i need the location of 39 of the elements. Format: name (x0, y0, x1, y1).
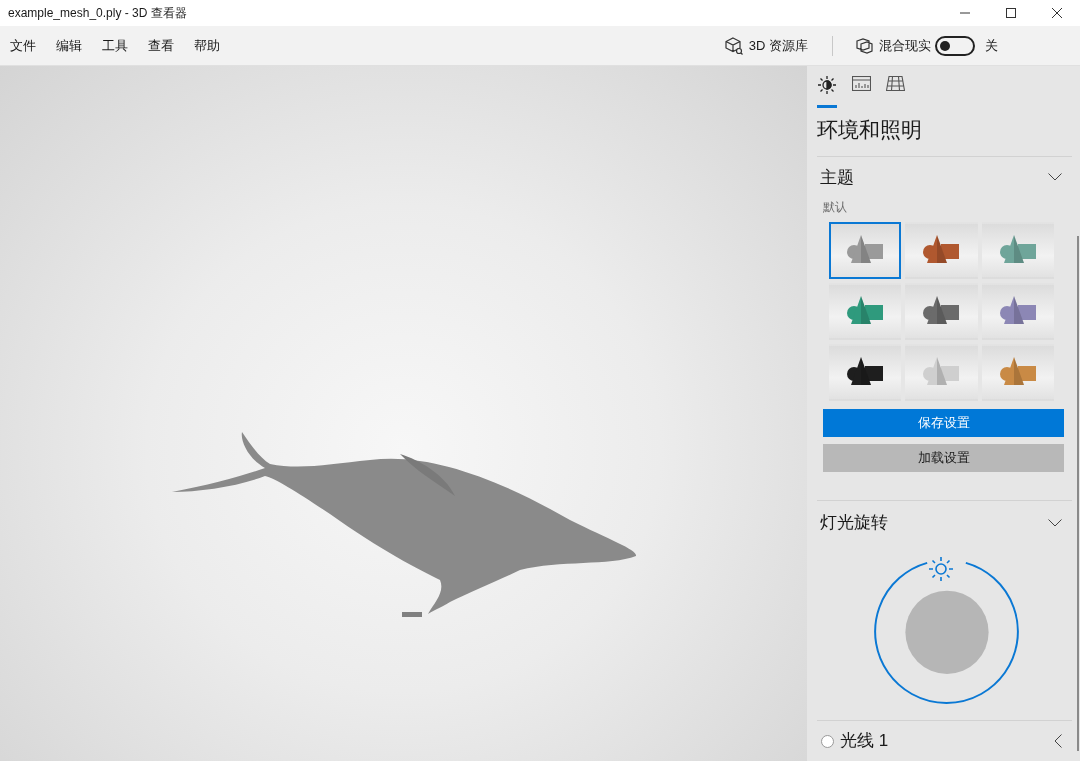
cube-search-icon (724, 36, 743, 55)
mixed-reality-label: 混合现实 (879, 36, 931, 55)
theme-swatch[interactable] (981, 344, 1054, 402)
theme-swatch[interactable] (829, 283, 902, 341)
grid-icon (885, 76, 905, 91)
panel-heading: 环境和照明 (817, 117, 923, 143)
theme-swatch[interactable] (981, 283, 1054, 341)
theme-swatch[interactable] (905, 283, 978, 341)
light-label: 光线 1 (840, 730, 890, 753)
mixed-reality-icon (855, 37, 873, 54)
chart-window-icon (851, 76, 871, 91)
menu-item[interactable]: 查看 (138, 25, 184, 66)
light-rotation-section-header[interactable]: 灯光旋转 (817, 501, 1072, 545)
3d-library-button[interactable]: 3D 资源库 (722, 35, 810, 56)
mixed-reality-toggle[interactable] (935, 35, 975, 56)
toggle-state-label: 关 (985, 36, 998, 55)
lighting-tab[interactable] (817, 74, 837, 108)
menu-item[interactable]: 工具 (92, 25, 138, 66)
theme-swatch[interactable] (829, 344, 902, 402)
close-icon (1052, 8, 1062, 18)
theme-section-header[interactable]: 主题 (817, 156, 1072, 199)
save-settings-button[interactable]: 保存设置 (823, 409, 1064, 438)
3d-viewport[interactable] (0, 66, 807, 761)
theme-swatch[interactable] (829, 222, 902, 280)
chevron-left-icon[interactable] (1054, 734, 1062, 749)
menu-item[interactable]: 帮助 (184, 25, 230, 66)
maximize-icon (1006, 8, 1016, 18)
theme-caption: 默认 (822, 199, 848, 217)
theme-swatch[interactable] (981, 222, 1054, 280)
menu-item[interactable]: 文件 (0, 25, 46, 66)
chevron-down-icon (1048, 173, 1062, 182)
load-settings-button[interactable]: 加载设置 (823, 444, 1064, 473)
light-radio[interactable] (821, 734, 834, 748)
sun-icon (818, 76, 836, 94)
theme-swatch[interactable] (905, 344, 978, 402)
menu-item[interactable]: 编辑 (46, 25, 92, 66)
theme-swatch[interactable] (905, 222, 978, 280)
window-title: example_mesh_0.ply - 3D 查看器 (7, 5, 188, 22)
sun-handle-icon[interactable] (928, 556, 954, 582)
